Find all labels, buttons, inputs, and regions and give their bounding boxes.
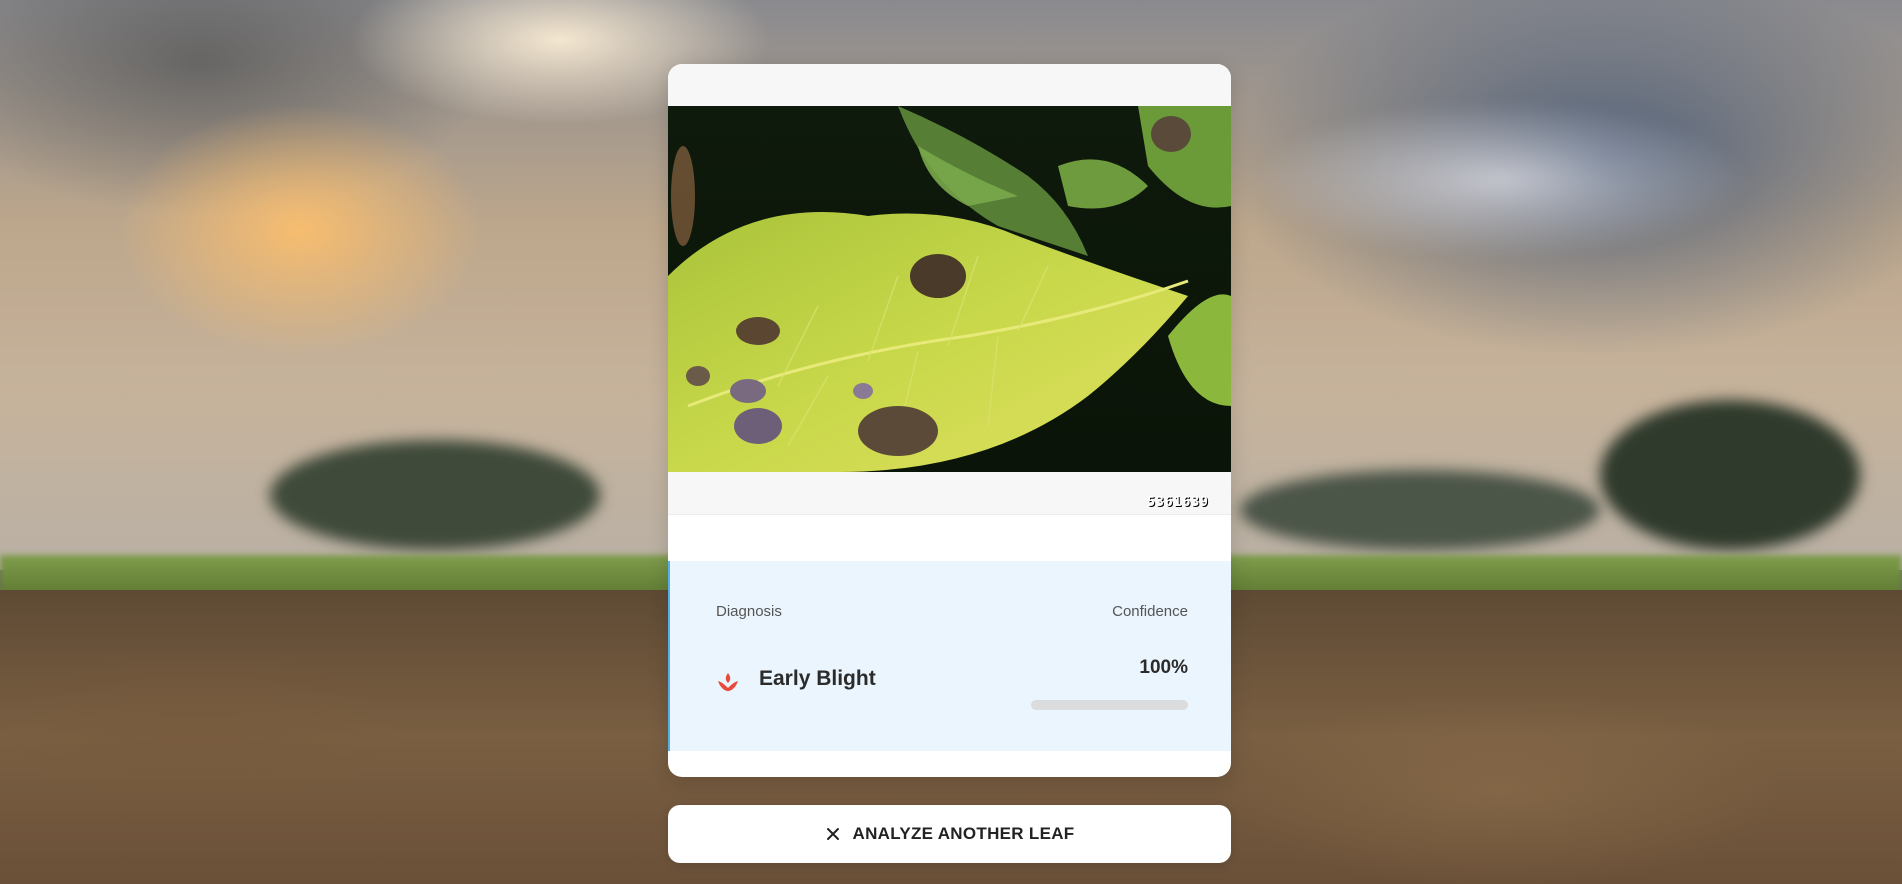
- diagnosis-label: Diagnosis: [716, 603, 782, 620]
- analyze-another-leaf-label: ANALYZE ANOTHER LEAF: [852, 824, 1075, 843]
- background-trees-right: [1600, 400, 1860, 550]
- result-card: 5361639 Diagnosis Confidence Early Bligh…: [668, 64, 1231, 777]
- uploaded-image-area: 5361639: [668, 64, 1231, 515]
- confidence-label: Confidence: [1112, 603, 1188, 620]
- photo-watermark-id: 5361639: [1147, 495, 1209, 510]
- confidence-bar: [1031, 700, 1188, 710]
- leaf-photo: [668, 106, 1231, 472]
- close-icon: [826, 828, 839, 840]
- analyze-another-leaf-button[interactable]: ANALYZE ANOTHER LEAF: [668, 805, 1231, 863]
- confidence-value: 100%: [1139, 657, 1188, 678]
- diagnosis-value: Early Blight: [759, 667, 876, 690]
- background-trees-mid: [1240, 470, 1600, 550]
- background-trees-left: [270, 440, 600, 550]
- diagnosis-panel: Diagnosis Confidence Early Blight 100%: [668, 561, 1231, 751]
- flame-leaf-icon: [718, 673, 738, 691]
- confidence-bar-fill: [1031, 700, 1188, 710]
- background-clouds: [1250, 100, 1750, 260]
